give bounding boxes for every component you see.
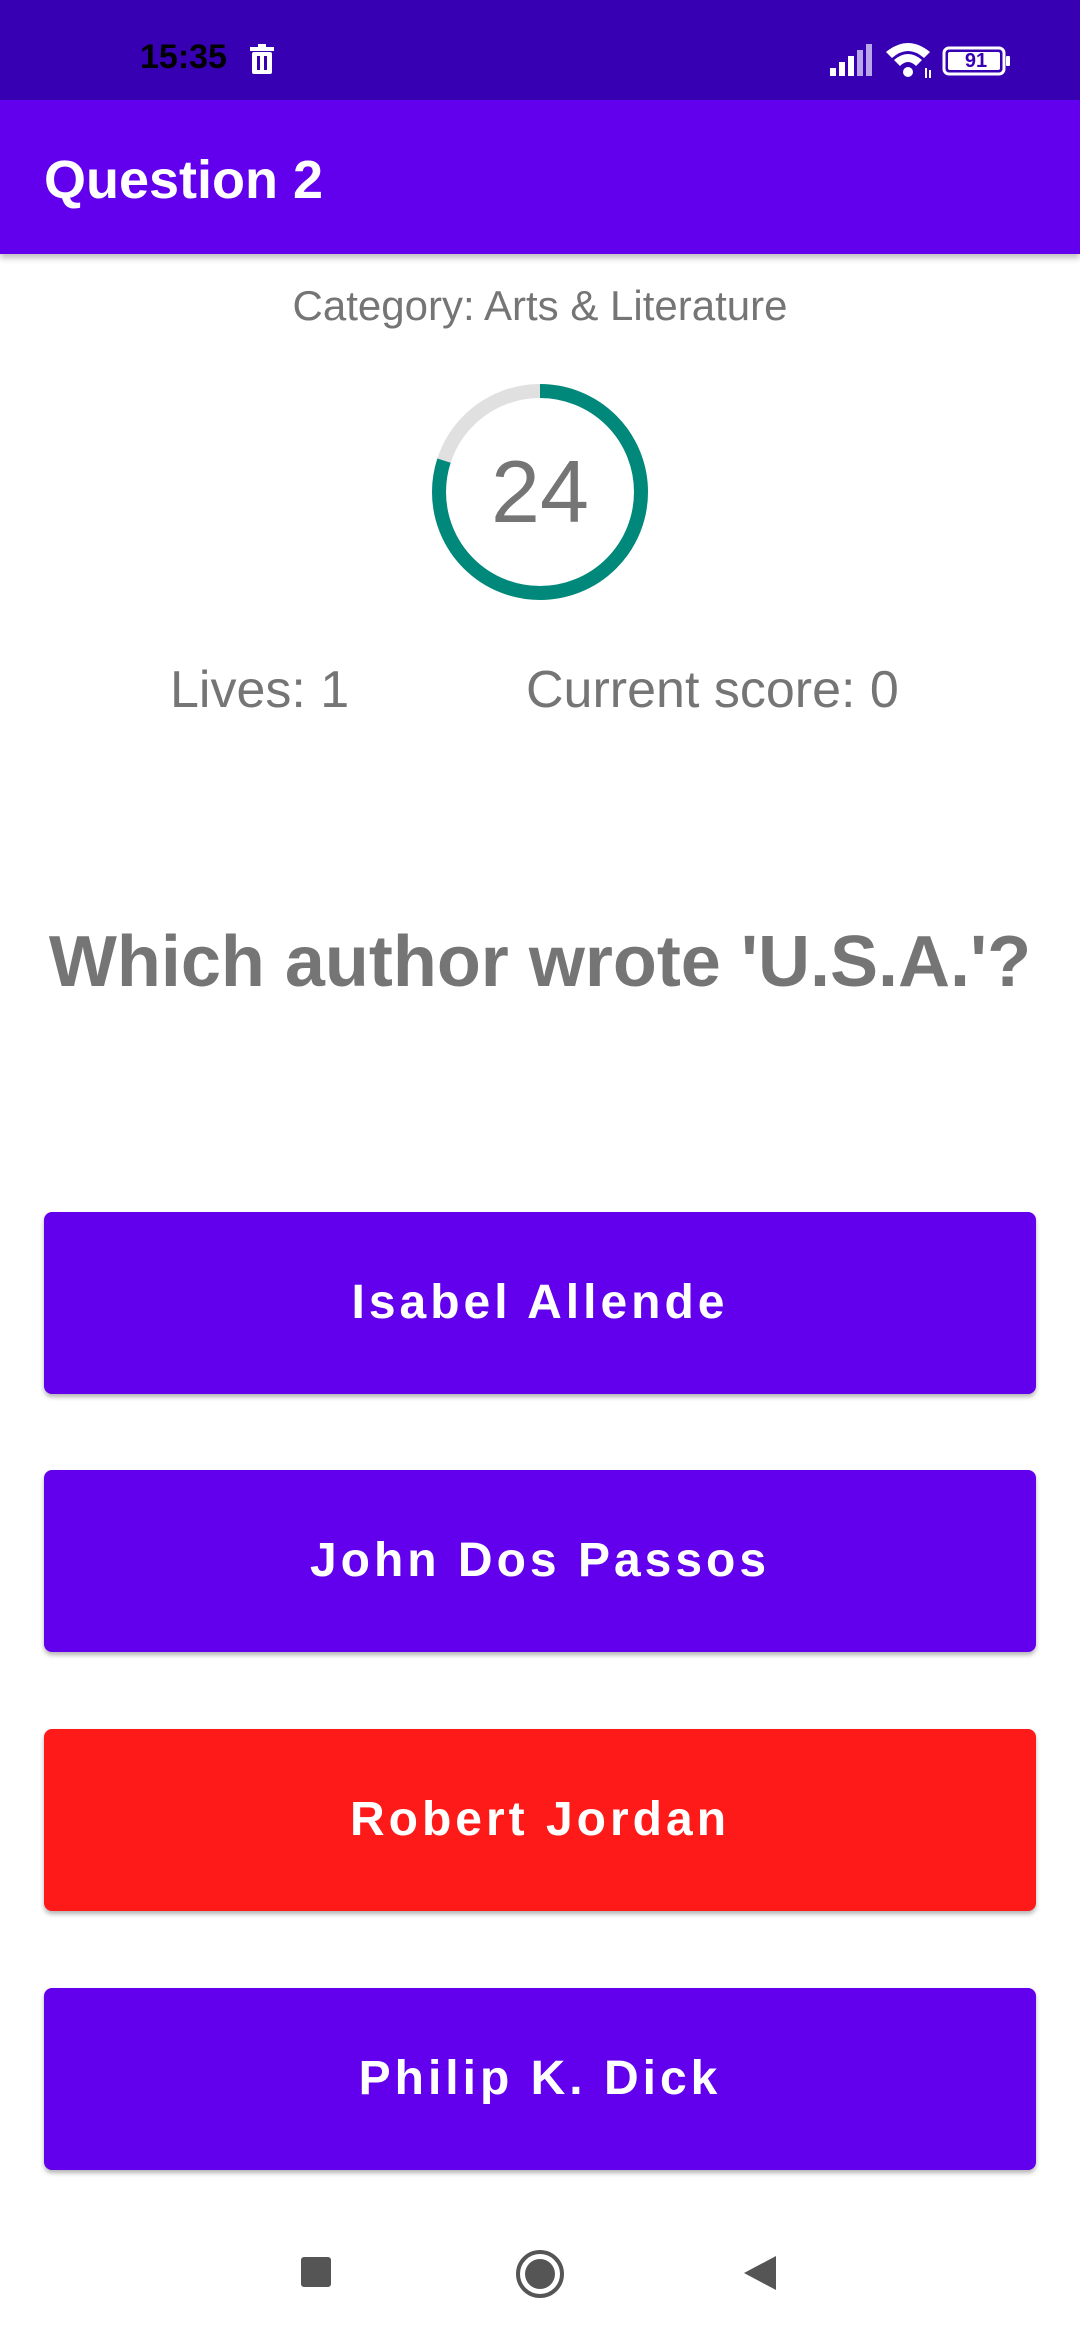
question-text: Which author wrote 'U.S.A.'? <box>48 922 1032 1002</box>
status-time: 15:35 <box>140 38 227 76</box>
score-label: Current score: 0 <box>526 661 899 719</box>
answer-button-3[interactable]: Robert Jordan <box>44 1729 1036 1911</box>
answer-button-2[interactable]: John Dos Passos <box>44 1470 1036 1652</box>
category-label: Category: Arts & Literature <box>292 282 788 329</box>
signal-icon <box>830 44 872 76</box>
back-icon[interactable] <box>742 2254 778 2292</box>
home-icon[interactable] <box>514 2248 566 2300</box>
wifi-icon <box>886 43 931 78</box>
answer-button-4[interactable]: Philip K. Dick <box>44 1988 1036 2170</box>
recents-icon[interactable] <box>300 2256 332 2288</box>
battery-level: 91 <box>964 50 988 72</box>
timer-value: 24 <box>491 442 589 541</box>
trash-icon <box>250 44 274 74</box>
answer-button-1[interactable]: Isabel Allende <box>44 1212 1036 1394</box>
page-title: Question 2 <box>44 150 324 210</box>
lives-label: Lives: 1 <box>170 661 350 719</box>
